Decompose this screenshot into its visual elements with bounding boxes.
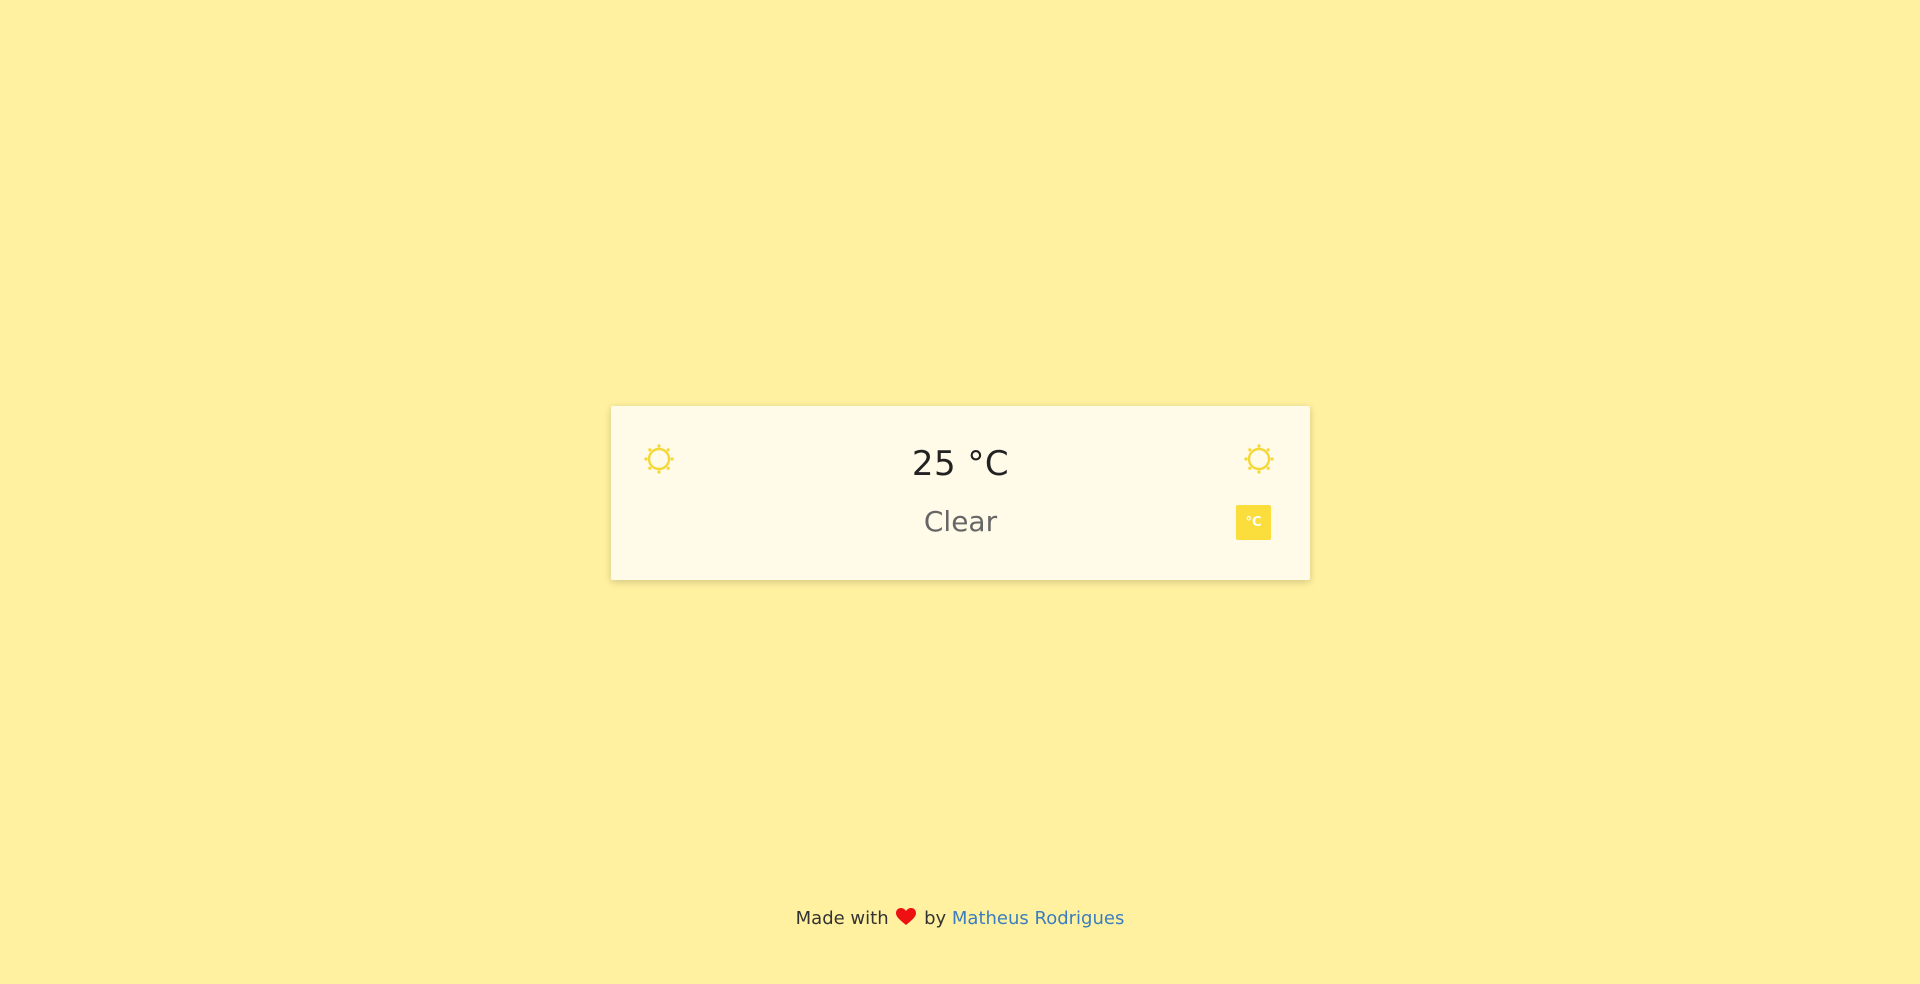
heart-icon bbox=[896, 908, 917, 925]
footer: Made with by Matheus Rodrigues bbox=[0, 908, 1920, 929]
footer-made-with: Made with bbox=[795, 908, 889, 929]
unit-toggle-button[interactable]: °C bbox=[1236, 505, 1271, 540]
temperature-value: 25 °C bbox=[911, 444, 1010, 484]
weather-card: 25 °C Clear °C bbox=[611, 406, 1310, 580]
weather-condition: Clear bbox=[923, 505, 998, 538]
author-link[interactable]: Matheus Rodrigues bbox=[952, 908, 1124, 929]
sun-icon bbox=[1244, 444, 1274, 474]
footer-by: by bbox=[924, 908, 947, 929]
